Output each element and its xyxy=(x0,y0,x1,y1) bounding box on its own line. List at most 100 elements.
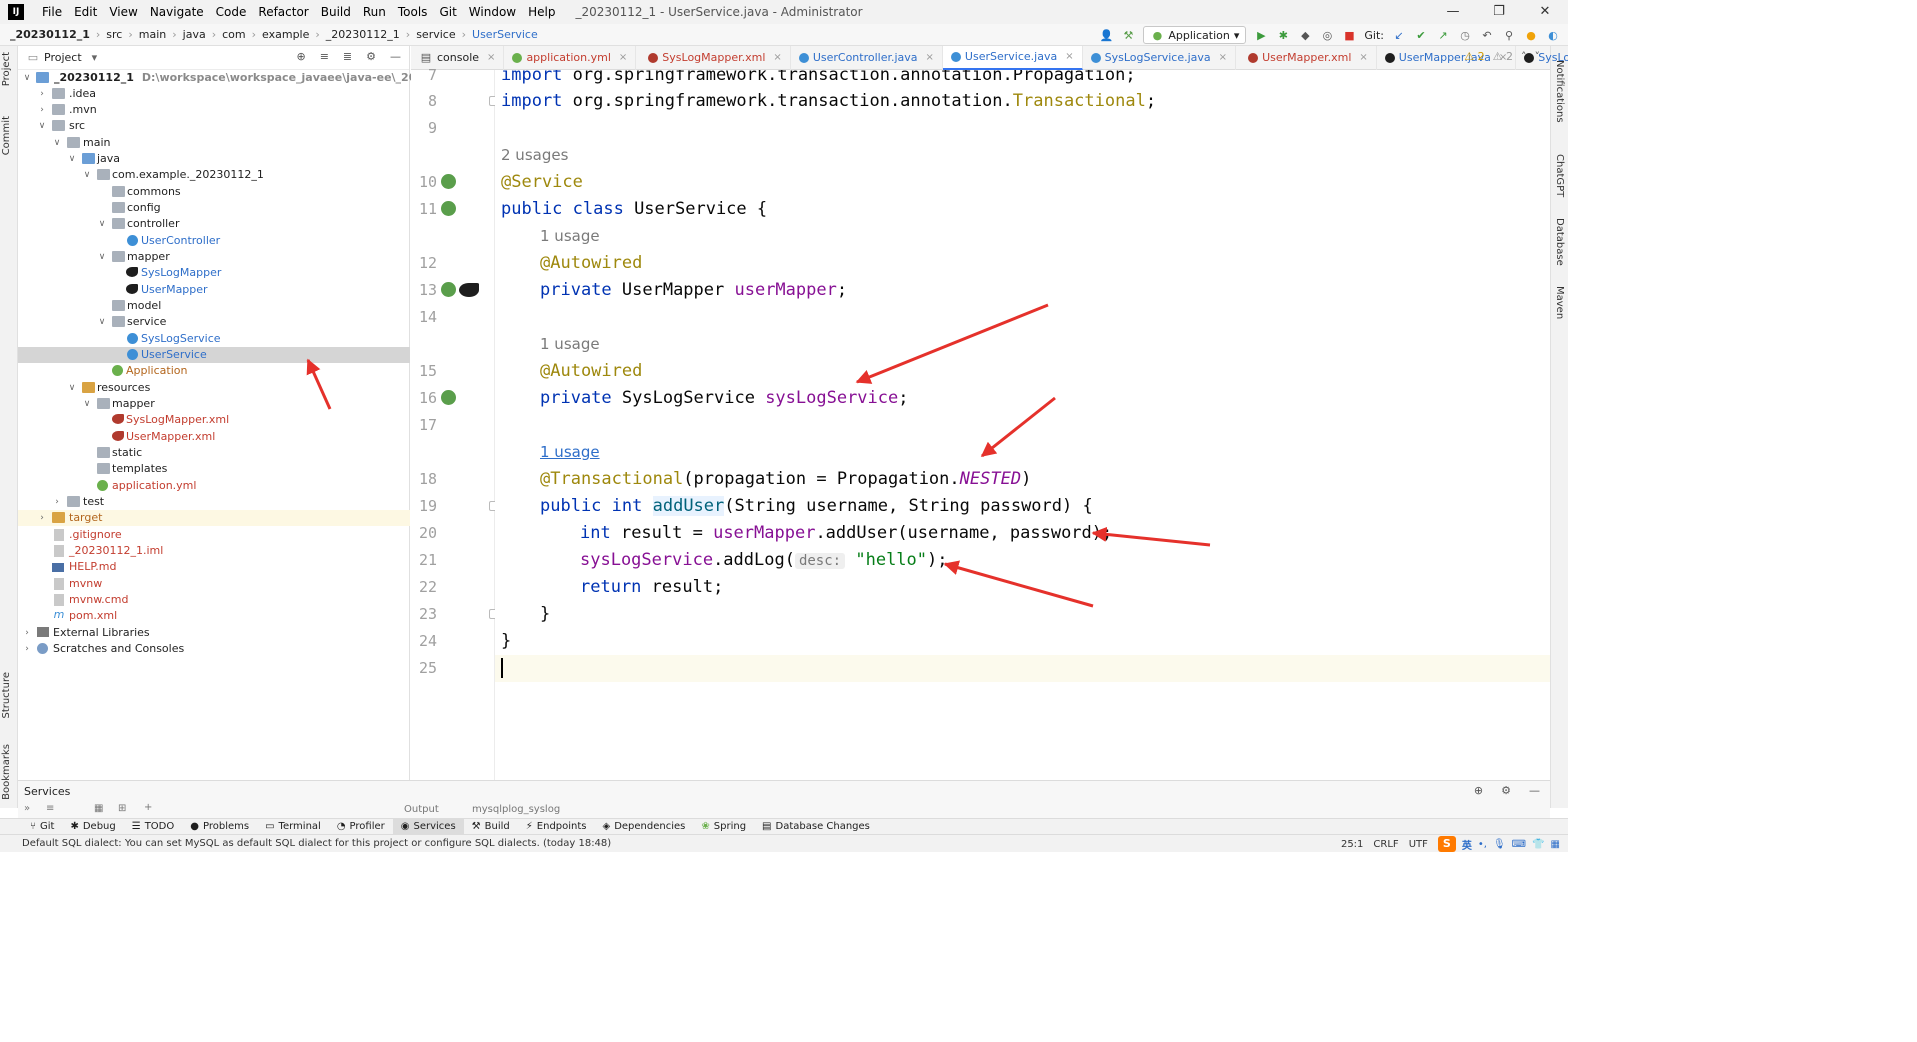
keyboard-icon[interactable]: ⌨ xyxy=(1512,839,1526,850)
chatgpt-tool-tab[interactable]: ChatGPT xyxy=(1554,154,1565,197)
tool-problems[interactable]: ● Problems xyxy=(182,819,257,835)
close-tab-icon[interactable]: × xyxy=(619,52,627,63)
plus-icon[interactable]: + xyxy=(144,802,152,813)
collapse-all-icon[interactable]: ≣ xyxy=(343,50,352,63)
menu-git[interactable]: Git xyxy=(433,5,462,19)
line-separator[interactable]: CRLF xyxy=(1373,839,1398,850)
group-icon[interactable]: ▦ xyxy=(94,803,103,814)
status-message[interactable]: Default SQL dialect: You can set MySQL a… xyxy=(22,838,611,849)
close-tab-icon[interactable]: × xyxy=(1219,52,1227,63)
tree-item-usermapper-xml[interactable]: UserMapper.xml xyxy=(18,429,410,445)
tab-application-yml[interactable]: application.yml × xyxy=(504,45,637,70)
tree-item-config[interactable]: config xyxy=(18,200,410,216)
add-service-icon[interactable]: ⊕ xyxy=(1474,784,1483,797)
close-tab-icon[interactable]: × xyxy=(1065,51,1073,62)
tree-item-idea[interactable]: › .idea xyxy=(18,86,410,102)
gear-icon[interactable]: ⚙ xyxy=(1501,784,1511,797)
tree-item-application-yml[interactable]: application.yml xyxy=(18,478,410,494)
tool-terminal[interactable]: ▭ Terminal xyxy=(257,819,329,835)
maximize-button[interactable]: ❐ xyxy=(1476,0,1522,24)
breadcrumb-userservice[interactable]: UserService xyxy=(472,28,538,41)
tool-todo[interactable]: ☰ TODO xyxy=(124,819,183,835)
tool-dependencies[interactable]: ◈ Dependencies xyxy=(595,819,694,835)
tool-git[interactable]: ⑂ Git xyxy=(22,819,62,835)
tree-item-syslogmapper[interactable]: SysLogMapper xyxy=(18,265,410,281)
breadcrumb-com[interactable]: com xyxy=(222,28,246,41)
chevron-down-icon[interactable]: ˅ xyxy=(1535,50,1541,63)
intellij-logo-icon[interactable]: IJ xyxy=(8,4,24,20)
user-icon[interactable]: 👤 xyxy=(1099,28,1114,42)
ime-language[interactable]: 英 xyxy=(1462,837,1472,852)
tree-item-src[interactable]: ∨ src xyxy=(18,118,410,134)
tree-item-java[interactable]: ∨ java xyxy=(18,151,410,167)
update-icon[interactable]: ● xyxy=(1524,28,1538,42)
tool-build[interactable]: ⚒ Build xyxy=(464,819,518,835)
profile-icon[interactable]: ◎ xyxy=(1320,28,1334,42)
usages-hint[interactable]: 1 usage xyxy=(540,223,600,250)
menu-help[interactable]: Help xyxy=(522,5,561,19)
breadcrumb-project[interactable]: _20230112_1 xyxy=(10,28,90,41)
expand-icon[interactable]: » xyxy=(24,803,30,814)
spring-autowire-icon[interactable] xyxy=(441,390,456,405)
add-icon[interactable]: ⊞ xyxy=(118,803,126,814)
breadcrumb-src[interactable]: src xyxy=(106,28,122,41)
mybatis-icon[interactable] xyxy=(459,283,479,297)
breadcrumb-service[interactable]: service xyxy=(416,28,455,41)
caret-position[interactable]: 25:1 xyxy=(1341,839,1363,850)
tree-item-mvnw[interactable]: mvnw xyxy=(18,576,410,592)
git-commit-icon[interactable]: ✔ xyxy=(1414,28,1428,42)
tree-item-usermapper[interactable]: UserMapper xyxy=(18,282,410,298)
tree-item-mvnw-cmd[interactable]: mvnw.cmd xyxy=(18,592,410,608)
shirt-icon[interactable]: 👕 xyxy=(1532,839,1544,850)
breadcrumb-main[interactable]: main xyxy=(139,28,166,41)
menu-tools[interactable]: Tools xyxy=(392,5,434,19)
tree-item-pom-xml[interactable]: m pom.xml xyxy=(18,608,410,624)
tree-item-external-libraries[interactable]: › External Libraries xyxy=(18,625,410,641)
tab-usermapper-xml[interactable]: UserMapper.xml × xyxy=(1236,45,1377,70)
log-tab[interactable]: mysqlplog_syslog xyxy=(472,804,560,815)
menu-refactor[interactable]: Refactor xyxy=(252,5,314,19)
menu-navigate[interactable]: Navigate xyxy=(144,5,210,19)
tool-debug[interactable]: ✱ Debug xyxy=(62,819,123,835)
history-icon[interactable]: ◷ xyxy=(1458,28,1472,42)
commit-tool-tab[interactable]: Commit xyxy=(1,116,12,155)
menu-edit[interactable]: Edit xyxy=(68,5,103,19)
plugin-icon[interactable]: ◐ xyxy=(1546,28,1560,42)
spring-bean-icon[interactable] xyxy=(441,174,456,189)
spring-autowire-icon[interactable] xyxy=(441,282,456,297)
breadcrumb-package[interactable]: _20230112_1 xyxy=(326,28,400,41)
minimize-button[interactable]: — xyxy=(1430,0,1476,24)
tree-item-resources-mapper[interactable]: ∨ mapper xyxy=(18,396,410,412)
tree-item-application[interactable]: Application xyxy=(18,363,410,379)
close-tab-icon[interactable]: × xyxy=(926,52,934,63)
tree-item-help-md[interactable]: HELP.md xyxy=(18,559,410,575)
chevron-up-icon[interactable]: ˄ xyxy=(1521,50,1527,63)
menu-file[interactable]: File xyxy=(36,5,68,19)
gear-icon[interactable]: ⚙ xyxy=(366,50,376,63)
tree-item-iml[interactable]: _20230112_1.iml xyxy=(18,543,410,559)
menu-code[interactable]: Code xyxy=(210,5,253,19)
tree-item-syslogmapper-xml[interactable]: SysLogMapper.xml xyxy=(18,412,410,428)
tree-item-commons[interactable]: commons xyxy=(18,184,410,200)
menu-build[interactable]: Build xyxy=(315,5,357,19)
bookmarks-tool-tab[interactable]: Bookmarks xyxy=(1,744,12,800)
menu-window[interactable]: Window xyxy=(463,5,522,19)
tree-item-main[interactable]: ∨ main xyxy=(18,135,410,151)
hide-icon[interactable]: — xyxy=(390,50,401,63)
breadcrumb-java[interactable]: java xyxy=(183,28,206,41)
inspection-widget[interactable]: ⚠ 2 ⚠ 2 ˄ ˅ xyxy=(1464,50,1540,63)
tool-endpoints[interactable]: ⚡ Endpoints xyxy=(518,819,595,835)
project-tool-tab[interactable]: Project xyxy=(1,52,12,86)
menu-run[interactable]: Run xyxy=(357,5,392,19)
tree-item-service[interactable]: ∨ service xyxy=(18,314,410,330)
run-icon[interactable]: ▶ xyxy=(1254,28,1268,42)
tab-usercontroller-java[interactable]: UserController.java × xyxy=(791,45,943,70)
grid-icon[interactable]: ▦ xyxy=(1551,839,1560,850)
services-title[interactable]: Services xyxy=(24,785,70,798)
tree-item-package[interactable]: ∨ com.example._20230112_1 xyxy=(18,167,410,183)
tree-item-test[interactable]: › test xyxy=(18,494,410,510)
code-editor[interactable]: import org.springframework.transaction.a… xyxy=(495,70,1550,780)
chevron-down-icon[interactable]: ▾ xyxy=(92,51,98,64)
hammer-icon[interactable]: ⚒ xyxy=(1121,28,1135,42)
tab-syslogservice-java[interactable]: SysLogService.java × xyxy=(1083,45,1237,70)
